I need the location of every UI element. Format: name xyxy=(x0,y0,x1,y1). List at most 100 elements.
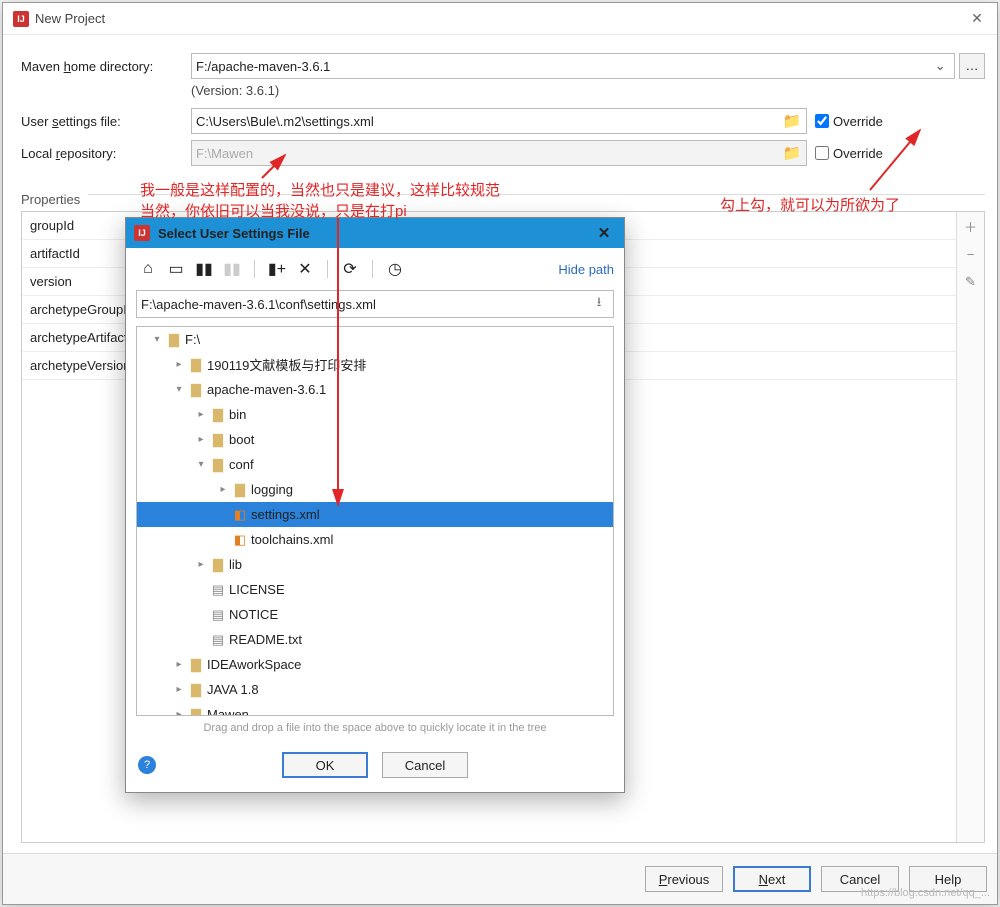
module-icon[interactable]: ▮▮ xyxy=(220,257,244,281)
help-icon[interactable]: ? xyxy=(138,756,156,774)
tree-node[interactable]: ▤README.txt xyxy=(137,627,613,652)
delete-icon[interactable]: ✕ xyxy=(293,257,317,281)
user-settings-field[interactable]: 📁 xyxy=(191,108,807,134)
override-repo-checkbox[interactable] xyxy=(815,146,829,160)
path-field[interactable]: ⭳ xyxy=(136,290,614,318)
select-file-dialog: IJ Select User Settings File ✕ ⌂ ▭ ▮▮ ▮▮… xyxy=(125,217,625,793)
dialog-toolbar: ⌂ ▭ ▮▮ ▮▮ ▮+ ✕ ⟳ ◷ Hide path xyxy=(126,248,624,290)
folder-icon: ▇ xyxy=(187,657,205,673)
property-key: archetypeArtifactId xyxy=(22,330,132,345)
chevron-icon[interactable]: ▾ xyxy=(149,334,165,345)
folder-icon: ▇ xyxy=(165,332,183,348)
new-folder-icon[interactable]: ▮+ xyxy=(265,257,289,281)
tree-node[interactable]: ▸▇Mawen xyxy=(137,702,613,716)
file-icon: ▤ xyxy=(209,582,227,598)
tree-node[interactable]: ▸▇boot xyxy=(137,427,613,452)
chevron-icon[interactable]: ▸ xyxy=(193,434,209,445)
property-key: archetypeGroupId xyxy=(22,302,132,317)
user-settings-label: User settings file: xyxy=(21,114,191,129)
user-settings-input[interactable] xyxy=(196,114,783,129)
chevron-icon[interactable]: ▸ xyxy=(171,359,187,370)
previous-button[interactable]: Previous xyxy=(645,866,723,892)
chevron-icon[interactable]: ▾ xyxy=(171,384,187,395)
tree-node[interactable]: ◧toolchains.xml xyxy=(137,527,613,552)
chevron-icon[interactable]: ▸ xyxy=(215,484,231,495)
chevron-icon[interactable]: ▾ xyxy=(193,459,209,470)
dialog-close-icon[interactable]: ✕ xyxy=(592,224,616,242)
dialog-title: Select User Settings File xyxy=(158,226,592,241)
tree-node[interactable]: ▸▇bin xyxy=(137,402,613,427)
tree-node[interactable]: ▾▇F:\ xyxy=(137,327,613,352)
folder-icon: ▇ xyxy=(187,382,205,398)
project-icon[interactable]: ▮▮ xyxy=(192,257,216,281)
tree-node[interactable]: ▸▇logging xyxy=(137,477,613,502)
edit-icon[interactable]: ✎ xyxy=(957,268,985,296)
show-hidden-icon[interactable]: ◷ xyxy=(383,257,407,281)
folder-icon: ▇ xyxy=(209,407,227,423)
tree-node[interactable]: ▸▇JAVA 1.8 xyxy=(137,677,613,702)
folder-icon[interactable]: 📁 xyxy=(783,112,802,130)
hide-path-link[interactable]: Hide path xyxy=(558,262,614,277)
properties-toolbar: ＋ − ✎ xyxy=(956,212,984,842)
maven-home-field[interactable]: ⌄ xyxy=(191,53,955,79)
folder-icon: ▇ xyxy=(209,557,227,573)
override-settings[interactable]: Override xyxy=(815,114,985,129)
tree-node-label: bin xyxy=(227,407,246,422)
property-key: archetypeVersion xyxy=(22,358,132,373)
chevron-icon[interactable]: ▸ xyxy=(193,409,209,420)
refresh-icon[interactable]: ⟳ xyxy=(338,257,362,281)
browse-maven-button[interactable]: … xyxy=(959,53,985,79)
dialog-buttons: ? OK Cancel xyxy=(126,744,624,792)
maven-home-input[interactable] xyxy=(196,59,931,74)
chevron-icon[interactable]: ▸ xyxy=(171,709,187,716)
override-repo[interactable]: Override xyxy=(815,146,985,161)
dropdown-icon[interactable]: ⌄ xyxy=(931,58,950,74)
folder-icon[interactable]: 📁 xyxy=(783,144,802,162)
tree-node[interactable]: ▾▇apache-maven-3.6.1 xyxy=(137,377,613,402)
ok-button[interactable]: OK xyxy=(282,752,368,778)
xml-icon: ◧ xyxy=(231,507,249,523)
tree-node-label: Mawen xyxy=(205,707,249,716)
tree-node[interactable]: ▸▇190119文献模板与打印安排 xyxy=(137,352,613,377)
dialog-cancel-button[interactable]: Cancel xyxy=(382,752,468,778)
chevron-icon[interactable]: ▸ xyxy=(193,559,209,570)
tree-node-label: settings.xml xyxy=(249,507,320,522)
next-button[interactable]: Next xyxy=(733,866,811,892)
bottom-button-bar: Previous Next Cancel Help xyxy=(3,853,997,904)
folder-icon: ▇ xyxy=(187,682,205,698)
remove-icon[interactable]: − xyxy=(957,240,985,268)
property-key: artifactId xyxy=(22,246,132,261)
tree-node[interactable]: ▸▇lib xyxy=(137,552,613,577)
properties-label: Properties xyxy=(21,192,80,207)
intellij-icon: IJ xyxy=(13,11,29,27)
folder-icon: ▇ xyxy=(187,707,205,717)
file-icon: ▤ xyxy=(209,632,227,648)
tree-node[interactable]: ▾▇conf xyxy=(137,452,613,477)
tree-node-label: NOTICE xyxy=(227,607,278,622)
tree-node[interactable]: ▸▇IDEAworkSpace xyxy=(137,652,613,677)
dialog-hint: Drag and drop a file into the space abov… xyxy=(126,716,624,744)
file-tree[interactable]: ▾▇F:\▸▇190119文献模板与打印安排▾▇apache-maven-3.6… xyxy=(136,326,614,716)
override-settings-checkbox[interactable] xyxy=(815,114,829,128)
dialog-titlebar: IJ Select User Settings File ✕ xyxy=(126,218,624,248)
tree-node[interactable]: ▤NOTICE xyxy=(137,602,613,627)
tree-node[interactable]: ▤LICENSE xyxy=(137,577,613,602)
add-icon[interactable]: ＋ xyxy=(957,212,985,240)
path-input[interactable] xyxy=(141,297,589,312)
close-icon[interactable]: ✕ xyxy=(961,10,993,27)
tree-node-label: logging xyxy=(249,482,293,497)
local-repo-field: 📁 xyxy=(191,140,807,166)
chevron-icon[interactable]: ▸ xyxy=(171,684,187,695)
desktop-icon[interactable]: ▭ xyxy=(164,257,188,281)
tree-node-label: IDEAworkSpace xyxy=(205,657,301,672)
tree-node[interactable]: ◧settings.xml xyxy=(137,502,613,527)
tree-node-label: LICENSE xyxy=(227,582,285,597)
chevron-icon[interactable]: ▸ xyxy=(171,659,187,670)
folder-icon: ▇ xyxy=(231,482,249,498)
folder-icon: ▇ xyxy=(187,357,205,373)
history-icon[interactable]: ⭳ xyxy=(589,293,609,315)
tree-node-label: apache-maven-3.6.1 xyxy=(205,382,326,397)
tree-node-label: toolchains.xml xyxy=(249,532,333,547)
watermark: https://blog.csdn.net/qq_... xyxy=(861,887,990,899)
home-icon[interactable]: ⌂ xyxy=(136,257,160,281)
